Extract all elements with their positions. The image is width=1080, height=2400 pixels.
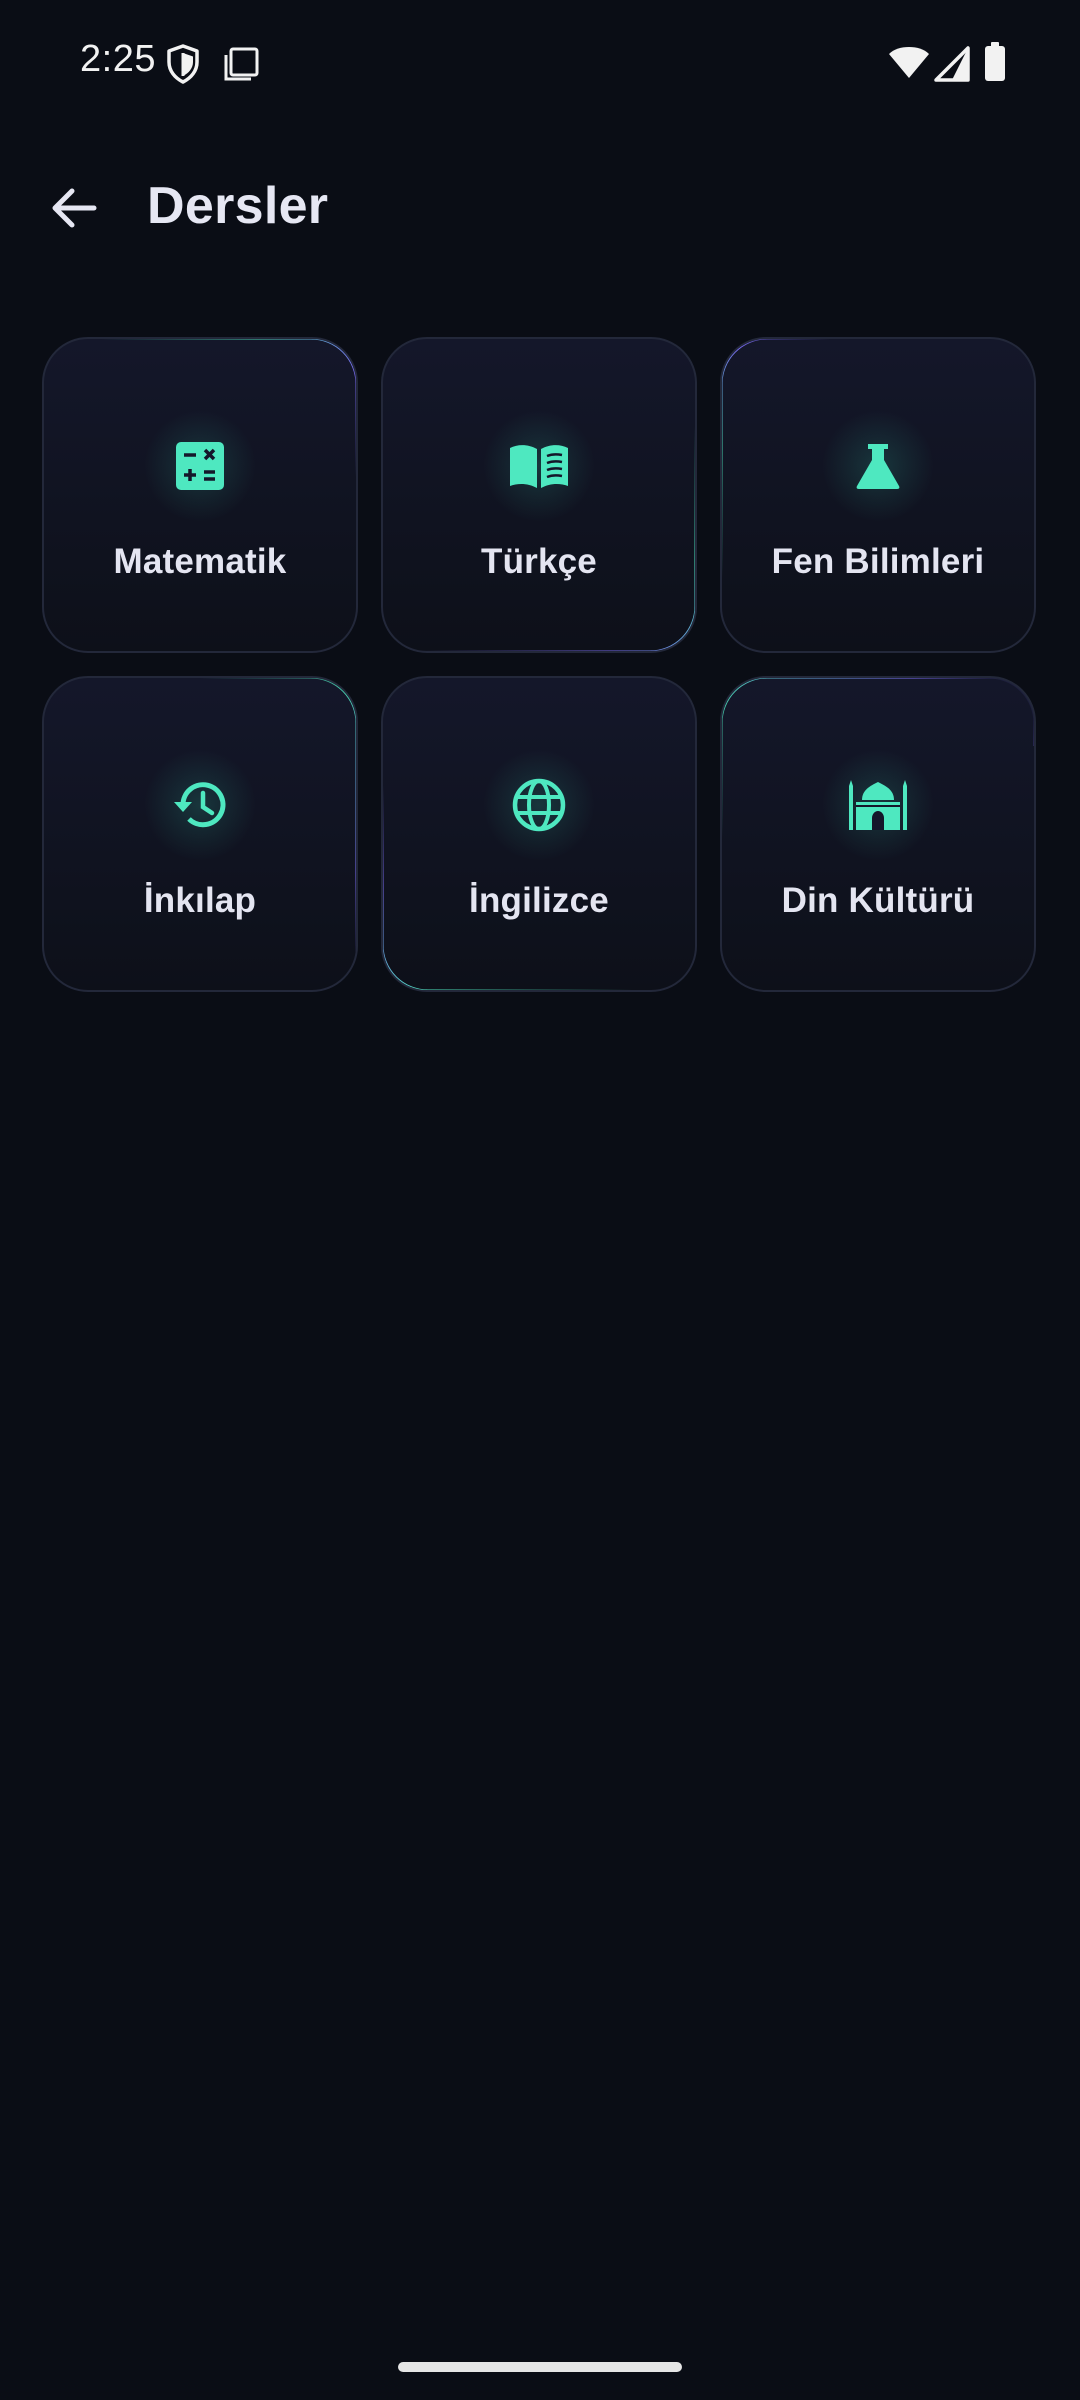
screenshot-icon [224,47,259,81]
cellular-signal-icon [934,46,970,82]
arrow-back-icon [52,188,97,228]
subject-label: İngilizce [469,881,609,920]
subject-card-matematik[interactable]: Matematik [42,337,358,653]
book-icon [510,445,568,488]
wifi-icon [889,47,929,78]
flask-icon [856,444,900,489]
battery-icon [985,42,1005,81]
screen: 2:25 Dersler Matematik Türkçe Fen Biliml… [0,0,1080,2400]
subject-card-inkilap[interactable]: İnkılap [42,676,358,992]
subject-label: İnkılap [143,881,257,920]
home-indicator[interactable] [398,2362,682,2372]
back-button[interactable] [34,168,114,248]
subject-card-fen-bilimleri[interactable]: Fen Bilimleri [720,337,1036,653]
icon-glow [484,750,594,860]
subject-label: Fen Bilimleri [771,542,985,581]
subject-card-ingilizce[interactable]: İngilizce [381,676,697,992]
subject-label: Matematik [113,542,287,581]
history-icon [174,782,226,828]
page-title: Dersler [147,177,329,235]
calculator-icon [176,442,224,490]
subject-grid: Matematik Türkçe Fen Bilimleri İnkılap İ… [42,337,1038,992]
subject-card-turkce[interactable]: Türkçe [381,337,697,653]
shield-icon [167,44,199,84]
subject-label: Türkçe [481,542,597,581]
icon-glow [823,411,933,521]
status-bar: 2:25 [0,0,1080,128]
icon-glow [823,750,933,860]
subject-card-din-kulturu[interactable]: Din Kültürü [720,676,1036,992]
mosque-icon [849,780,907,830]
subject-label: Din Kültürü [781,881,975,920]
icon-glow [484,411,594,521]
globe-icon [512,778,566,832]
status-time: 2:25 [80,38,156,80]
icon-glow [145,750,255,860]
icon-glow [145,411,255,521]
